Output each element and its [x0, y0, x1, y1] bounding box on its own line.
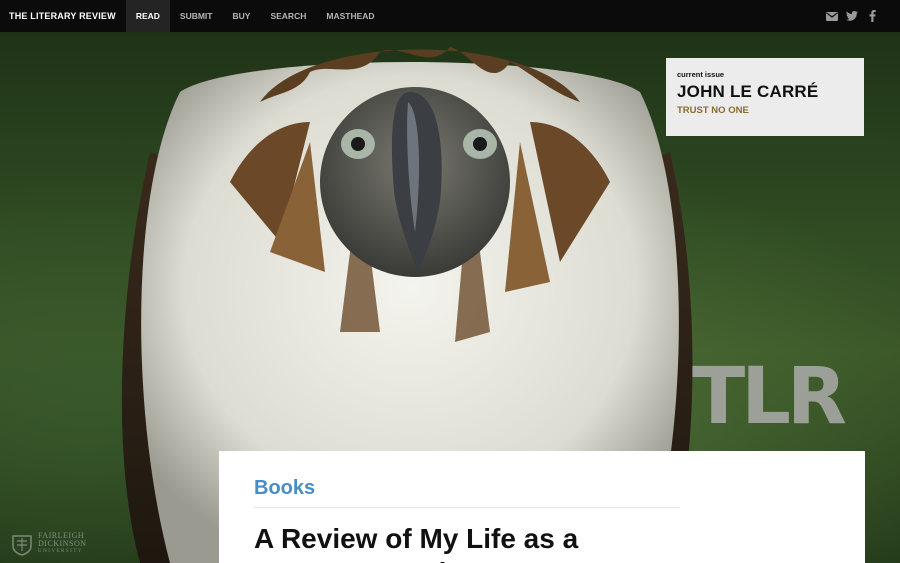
university-crest-icon: [12, 535, 32, 556]
university-name: FAIRLEIGH DICKINSON UNIVERSITY: [38, 531, 87, 555]
facebook-icon[interactable]: [866, 10, 878, 22]
mail-icon[interactable]: [826, 10, 838, 22]
article-category[interactable]: Books: [254, 477, 830, 500]
site-brand[interactable]: THE LITERARY REVIEW: [0, 0, 126, 32]
nav-submit[interactable]: SUBMIT: [170, 0, 223, 32]
article-card[interactable]: Books A Review of My Life as a Mercenary…: [219, 451, 865, 563]
top-nav: THE LITERARY REVIEW READ SUBMIT BUY SEAR…: [0, 0, 900, 32]
tlr-logo: TLR: [692, 352, 847, 442]
nav-search[interactable]: SEARCH: [260, 0, 316, 32]
current-issue-subtitle: TRUST NO ONE: [677, 105, 749, 116]
nav-buy[interactable]: BUY: [223, 0, 261, 32]
nav-masthead[interactable]: MASTHEAD: [316, 0, 384, 32]
article-title[interactable]: A Review of My Life as a Mercenary Write…: [254, 522, 684, 563]
twitter-icon[interactable]: [846, 10, 858, 22]
social-icons: [826, 10, 900, 22]
current-issue-title[interactable]: JOHN LE CARRÉ: [677, 82, 853, 102]
current-issue-card[interactable]: current issue JOHN LE CARRÉ TRUST NO ONE: [666, 58, 864, 136]
category-divider: [254, 507, 680, 508]
current-issue-label: current issue: [677, 70, 725, 79]
nav-read[interactable]: READ: [125, 0, 170, 32]
university-logo[interactable]: FAIRLEIGH DICKINSON UNIVERSITY: [10, 528, 110, 560]
